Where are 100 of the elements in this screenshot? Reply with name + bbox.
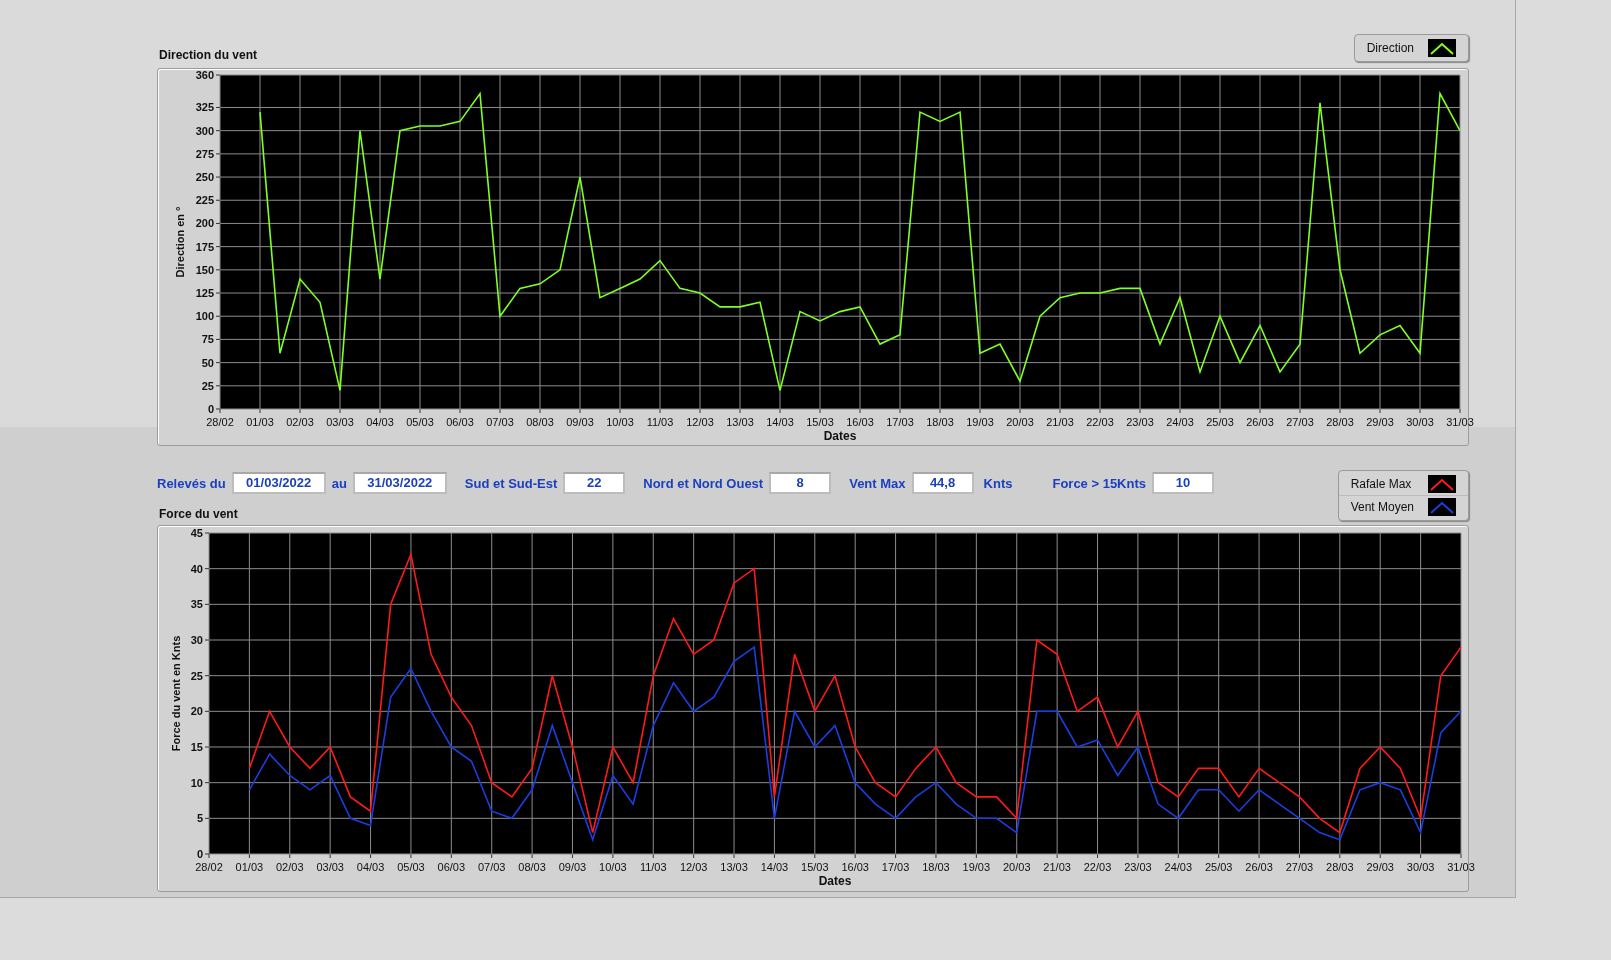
axis-tick-label: 75 <box>201 333 214 346</box>
value-field[interactable]: 10 <box>1152 472 1214 494</box>
axis-tick-label: 10/03 <box>606 416 634 428</box>
axis-tick-label: 07/03 <box>486 416 514 428</box>
axis-tick-label: 10 <box>190 776 203 789</box>
axis-tick-label: 28/03 <box>1326 416 1354 428</box>
value-field[interactable]: 8 <box>769 472 832 494</box>
axis-tick-label: 15/03 <box>801 861 829 873</box>
date-field[interactable]: 01/03/2022 <box>231 472 326 494</box>
axis-tick-label: 35 <box>190 598 203 611</box>
axis-tick-label: 15/03 <box>806 416 834 428</box>
field-label: Vent Max <box>849 475 906 491</box>
axis-tick-label: 40 <box>190 562 203 575</box>
value-field[interactable]: 44,8 <box>911 472 974 494</box>
axis-tick-label: 01/03 <box>246 416 274 428</box>
legend-label: Vent Moyen <box>1350 500 1414 514</box>
axis-tick-label: 12/03 <box>686 416 714 428</box>
field-label: Force > 15Knts <box>1052 475 1146 491</box>
axis-tick-label: 10/03 <box>599 861 627 873</box>
axis-tick-label: 125 <box>195 287 214 300</box>
axis-tick-label: 24/03 <box>1164 861 1193 873</box>
axis-tick-label: 07/03 <box>477 861 506 873</box>
field-label: au <box>331 475 347 491</box>
field-label: Nord et Nord Ouest <box>643 475 764 491</box>
axis-tick-label: 25 <box>190 669 203 682</box>
axis-tick-label: 31/03 <box>1447 861 1475 873</box>
axis-tick-label: 09/03 <box>558 861 587 873</box>
axis-tick-label: 0 <box>196 848 203 860</box>
axis-tick-label: 225 <box>195 194 214 207</box>
axis-tick-label: 19/03 <box>966 416 994 428</box>
axis-tick-label: 325 <box>195 101 214 114</box>
axis-tick-label: 300 <box>195 124 214 137</box>
axis-tick-label: 08/03 <box>526 416 554 428</box>
axis-tick-label: 28/02 <box>206 416 234 428</box>
axis-tick-label: 01/03 <box>235 861 264 873</box>
axis-tick-label: 28/02 <box>195 861 223 873</box>
axis-tick-label: 17/03 <box>881 861 910 873</box>
axis-tick-label: 18/03 <box>926 416 954 428</box>
axis-tick-label: 25/03 <box>1206 416 1234 428</box>
unit-label: Knts <box>983 475 1013 491</box>
axis-tick-label: 30/03 <box>1406 861 1435 873</box>
axis-tick-label: 31/03 <box>1446 416 1474 428</box>
legend-label: Rafale Max <box>1350 477 1412 491</box>
axis-tick-label: 13/03 <box>726 416 754 428</box>
axis-tick-label: 03/03 <box>326 416 354 428</box>
axis-tick-label: 200 <box>195 217 214 230</box>
axis-tick-label: 100 <box>195 310 214 323</box>
axis-tick-label: 20 <box>190 705 203 718</box>
axis-title: Dates <box>818 874 852 888</box>
field-label: Sud et Sud-Est <box>464 475 558 491</box>
axis-tick-label: 03/03 <box>316 861 344 873</box>
axis-tick-label: 18/03 <box>922 861 950 873</box>
axis-tick-label: 21/03 <box>1043 861 1071 873</box>
axis-tick-label: 20/03 <box>1006 416 1034 428</box>
axis-tick-label: 45 <box>190 527 203 539</box>
axis-tick-label: 13/03 <box>720 861 748 873</box>
axis-tick-label: 28/03 <box>1326 861 1354 873</box>
axis-tick-label: 0 <box>207 403 214 415</box>
axis-tick-label: 04/03 <box>356 861 385 873</box>
axis-tick-label: 14/03 <box>766 416 794 428</box>
axis-tick-label: 24/03 <box>1166 416 1194 428</box>
axis-tick-label: 02/03 <box>276 861 304 873</box>
axis-tick-label: 04/03 <box>366 416 394 428</box>
axis-tick-label: 25 <box>201 379 214 392</box>
axis-title: Dates <box>823 429 857 443</box>
axis-tick-label: 29/03 <box>1366 861 1394 873</box>
axis-tick-label: 23/03 <box>1124 861 1152 873</box>
axis-tick-label: 29/03 <box>1366 416 1394 428</box>
axis-tick-label: 11/03 <box>639 861 667 873</box>
axis-tick-label: 06/03 <box>437 861 466 873</box>
axis-tick-label: 30 <box>190 634 203 646</box>
axis-tick-label: 30/03 <box>1406 416 1434 428</box>
axis-tick-label: 17/03 <box>886 416 914 428</box>
axis-tick-label: 05/03 <box>397 861 425 873</box>
chart-title: Direction du vent <box>158 48 257 62</box>
axis-tick-label: 26/03 <box>1246 416 1274 428</box>
axis-tick-label: 14/03 <box>760 861 789 873</box>
axis-tick-label: 21/03 <box>1046 416 1074 428</box>
axis-tick-label: 22/03 <box>1083 861 1112 873</box>
field-label: Relevés du <box>157 475 226 491</box>
axis-tick-label: 19/03 <box>962 861 991 873</box>
legend-swatch-icon <box>1428 475 1456 493</box>
axis-tick-label: 275 <box>195 147 214 160</box>
date-field[interactable]: 31/03/2022 <box>352 472 447 494</box>
value-field[interactable]: 22 <box>563 472 626 494</box>
axis-tick-label: 25/03 <box>1204 861 1233 873</box>
axis-tick-label: 02/03 <box>286 416 314 428</box>
legend-swatch-icon <box>1428 39 1456 57</box>
axis-tick-label: 27/03 <box>1285 861 1314 873</box>
axis-tick-label: 11/03 <box>646 416 674 428</box>
axis-tick-label: 23/03 <box>1126 416 1154 428</box>
axis-tick-label: 250 <box>195 171 214 184</box>
axis-tick-label: 150 <box>195 263 214 276</box>
axis-tick-label: 15 <box>190 741 203 753</box>
legend-label: Direction <box>1366 41 1414 55</box>
axis-tick-label: 26/03 <box>1245 861 1273 873</box>
chart-title: Force du vent <box>158 507 239 521</box>
axis-tick-label: 175 <box>195 240 214 253</box>
axis-title: Direction en ° <box>174 206 186 278</box>
axis-tick-label: 06/03 <box>446 416 474 428</box>
